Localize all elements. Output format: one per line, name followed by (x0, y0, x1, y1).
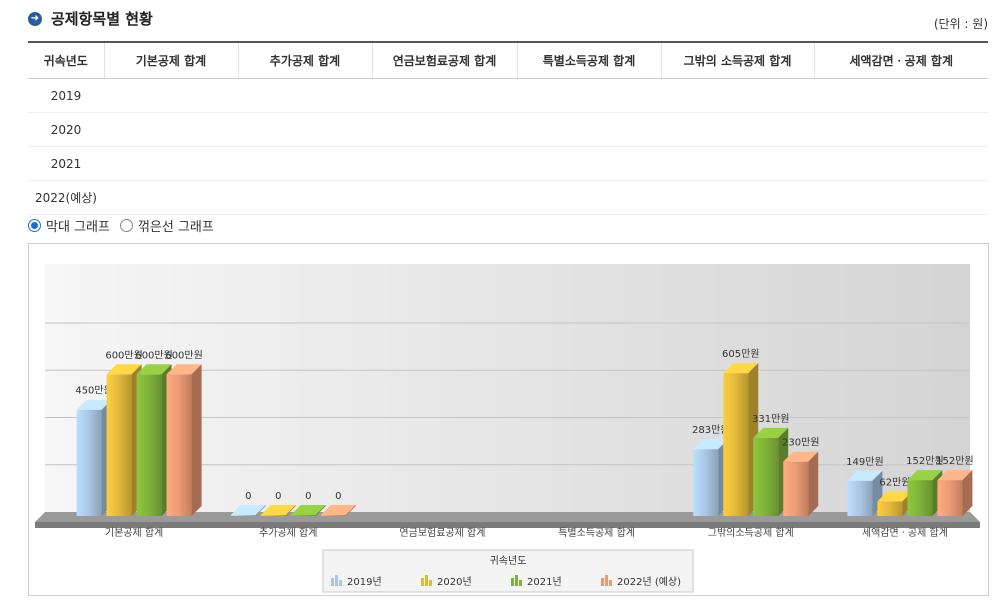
column-header: 귀속년도 (28, 41, 104, 79)
column-header: 연금보험료공제 합계 (371, 41, 517, 79)
year-cell: 2019 (28, 78, 104, 113)
category-label: 기본공제 합계 (105, 527, 163, 539)
legend-item: 2020년 (437, 576, 472, 588)
bar-side (808, 451, 819, 516)
page-title: 공제항목별 현황 (51, 10, 153, 28)
category-label: 연금보험료공제 합계 (399, 527, 485, 539)
bar-graph-label[interactable]: 막대 그래프 (46, 216, 110, 235)
legend-swatch-icon (335, 575, 338, 586)
data-label: 152만원 (936, 455, 974, 467)
legend-swatch-icon (515, 575, 518, 586)
unit-label: (단위 : 원) (933, 17, 988, 31)
legend-swatch-icon (609, 580, 612, 586)
table-row: 2022(예상) (28, 180, 988, 215)
category-label: 특별소득공제 합계 (558, 527, 635, 539)
data-label: 600만원 (165, 349, 203, 361)
data-label: 0 (335, 491, 341, 502)
legend-swatch-icon (331, 578, 334, 586)
legend-swatch-icon (511, 578, 514, 586)
bar (230, 515, 256, 516)
bar-graph-radio[interactable] (28, 219, 41, 232)
bar (290, 515, 316, 516)
bar (136, 374, 162, 516)
legend-swatch-icon (429, 580, 432, 586)
data-label: 0 (305, 491, 311, 502)
bar (847, 480, 873, 516)
data-label: 0 (275, 491, 281, 502)
bar-chart: 450만원600만원600만원600만원기본공제 합계0 0 0 0추가공제 합계 연금… (35, 264, 980, 593)
table-row: 2019 (28, 78, 988, 113)
year-cell: 2021 (28, 146, 104, 181)
summary-table: 귀속년도 기본공제 합계 추가공제 합계 연금보험료공제 합계 특별소득공제 합… (28, 41, 988, 215)
legend-item: 2021년 (527, 576, 562, 588)
year-cell: 2022(예상) (28, 180, 104, 215)
bar (937, 480, 963, 516)
bar (260, 515, 286, 516)
chart-container: 450만원 600만원 600만원 600만원 기본공제 합계 0 0 0 0 추가공제 합계 연금… (28, 243, 989, 596)
legend-swatch-icon (425, 575, 428, 586)
legend-item: 2019년 (347, 576, 382, 588)
bar (166, 374, 192, 516)
table-header-row: 귀속년도 기본공제 합계 추가공제 합계 연금보험료공제 합계 특별소득공제 합… (28, 41, 988, 79)
legend-title: 귀속년도 (490, 555, 527, 567)
column-header: 그밖의 소득공제 합계 (660, 41, 814, 79)
data-label: 230만원 (782, 437, 820, 449)
legend-swatch-icon (601, 578, 604, 586)
data-label: 62만원 (879, 476, 910, 488)
category-label: 그밖의소득공제 합계 (708, 527, 794, 539)
arrow-circle-icon: ➜ (28, 11, 42, 26)
bar (877, 501, 903, 516)
table-row: 2020 (28, 112, 988, 147)
bar (76, 409, 102, 516)
data-label: 331만원 (752, 413, 790, 425)
legend-swatch-icon (339, 580, 342, 586)
graph-type-selector: 막대 그래프 꺾은선 그래프 (28, 216, 224, 235)
legend-item: 2022년 (예상) (617, 576, 681, 588)
column-header: 특별소득공제 합계 (516, 41, 661, 79)
legend-swatch-icon (421, 578, 424, 586)
column-header: 기본공제 합계 (103, 41, 238, 79)
section-header: ➜ 공제항목별 현황 (28, 8, 153, 29)
legend-swatch-icon (519, 580, 522, 586)
column-header: 세액감면ㆍ공제 합계 (813, 41, 988, 79)
category-label: 추가공제 합계 (259, 527, 317, 539)
bar (723, 373, 749, 516)
data-label: 605만원 (722, 348, 760, 360)
bar-side (191, 364, 202, 516)
category-label: 세액감면ㆍ공제 합계 (862, 527, 948, 539)
bar (693, 449, 719, 516)
bar (907, 480, 933, 516)
data-label: 0 (245, 491, 251, 502)
table-row: 2021 (28, 146, 988, 181)
bar (106, 374, 132, 516)
year-cell: 2020 (28, 112, 104, 147)
legend-swatch-icon (605, 575, 608, 586)
column-header: 추가공제 합계 (237, 41, 372, 79)
data-label: 149만원 (846, 456, 884, 468)
bar (320, 515, 346, 516)
chart-floor-front (35, 522, 980, 528)
bar (783, 461, 809, 516)
line-graph-radio[interactable] (119, 219, 133, 232)
bar (753, 437, 779, 516)
line-graph-label[interactable]: 꺾은선 그래프 (138, 216, 214, 235)
